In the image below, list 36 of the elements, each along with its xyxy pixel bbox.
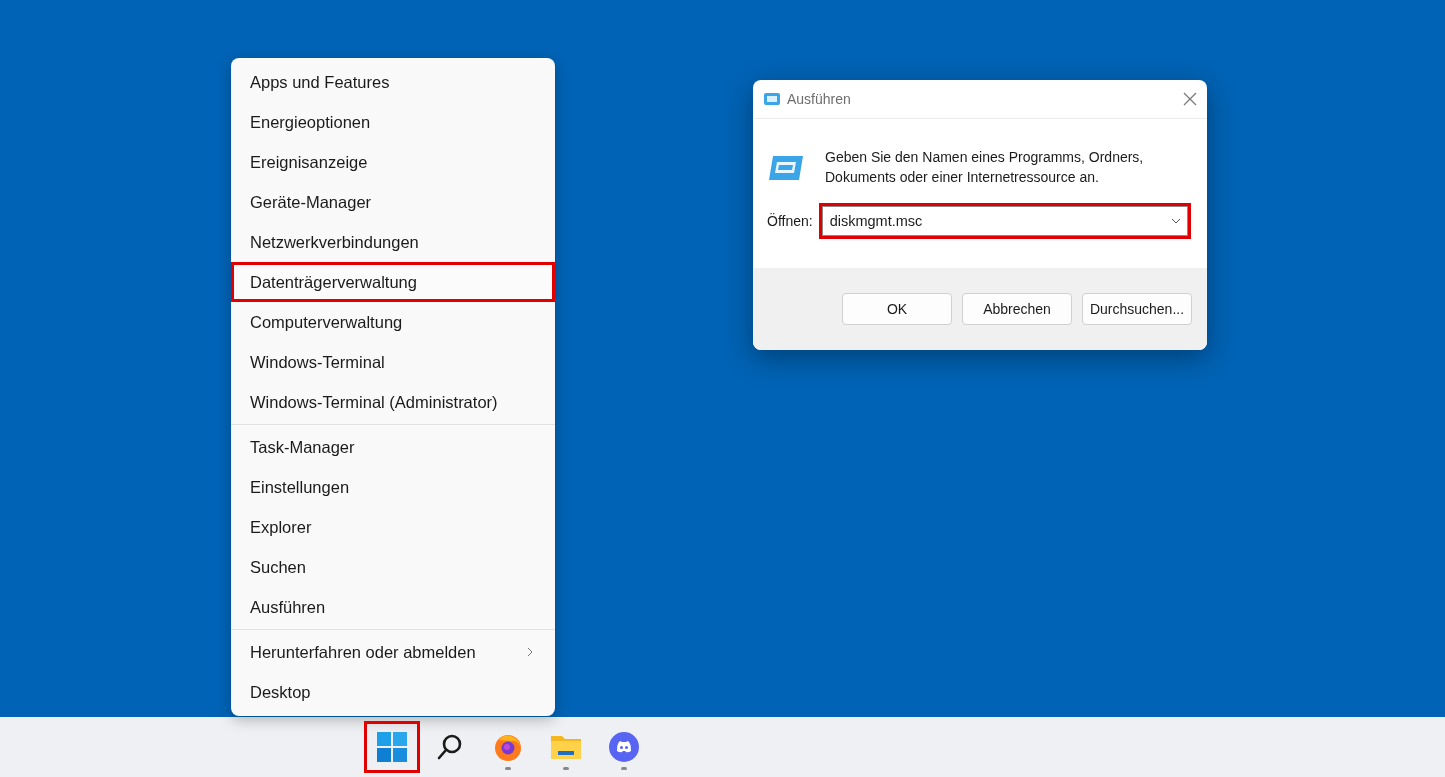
menu-item[interactable]: Task-Manager <box>231 427 555 467</box>
chevron-down-icon <box>1171 218 1181 224</box>
menu-item[interactable]: Suchen <box>231 547 555 587</box>
menu-item[interactable]: Geräte-Manager <box>231 182 555 222</box>
chat-app-icon <box>609 732 639 762</box>
folder-icon <box>550 733 582 761</box>
close-icon[interactable] <box>1183 92 1197 106</box>
open-combobox[interactable]: diskmgmt.msc <box>821 206 1188 236</box>
menu-item[interactable]: Explorer <box>231 507 555 547</box>
menu-item[interactable]: Windows-Terminal (Administrator) <box>231 382 555 422</box>
search-icon <box>436 733 464 761</box>
chevron-right-icon <box>525 647 535 657</box>
run-icon <box>763 92 781 106</box>
running-indicator <box>621 767 627 770</box>
menu-item[interactable]: Datenträgerverwaltung <box>231 262 555 302</box>
running-indicator <box>505 767 511 770</box>
running-indicator <box>563 767 569 770</box>
browser-icon <box>493 732 523 762</box>
menu-item[interactable]: Ausführen <box>231 587 555 627</box>
dialog-button[interactable]: Durchsuchen... <box>1082 293 1192 325</box>
menu-item[interactable]: Computerverwaltung <box>231 302 555 342</box>
menu-item[interactable]: Ereignisanzeige <box>231 142 555 182</box>
menu-item[interactable]: Apps und Features <box>231 62 555 102</box>
field-label: Öffnen: <box>767 213 813 229</box>
menu-item[interactable]: Herunterfahren oder abmelden <box>231 632 555 672</box>
run-icon <box>767 153 805 183</box>
windows-logo-icon <box>377 732 407 762</box>
menu-item[interactable]: Energieoptionen <box>231 102 555 142</box>
menu-item[interactable]: Desktop <box>231 672 555 712</box>
dialog-button[interactable]: OK <box>842 293 952 325</box>
dialog-button[interactable]: Abbrechen <box>962 293 1072 325</box>
menu-item[interactable]: Einstellungen <box>231 467 555 507</box>
menu-item[interactable]: Windows-Terminal <box>231 342 555 382</box>
menu-item[interactable]: Netzwerkverbindungen <box>231 222 555 262</box>
window-title: Ausführen <box>787 91 852 107</box>
dialog-message: Geben Sie den Namen eines Programms, Ordners, Dokuments oder einer Internetressource an. <box>825 148 1145 187</box>
